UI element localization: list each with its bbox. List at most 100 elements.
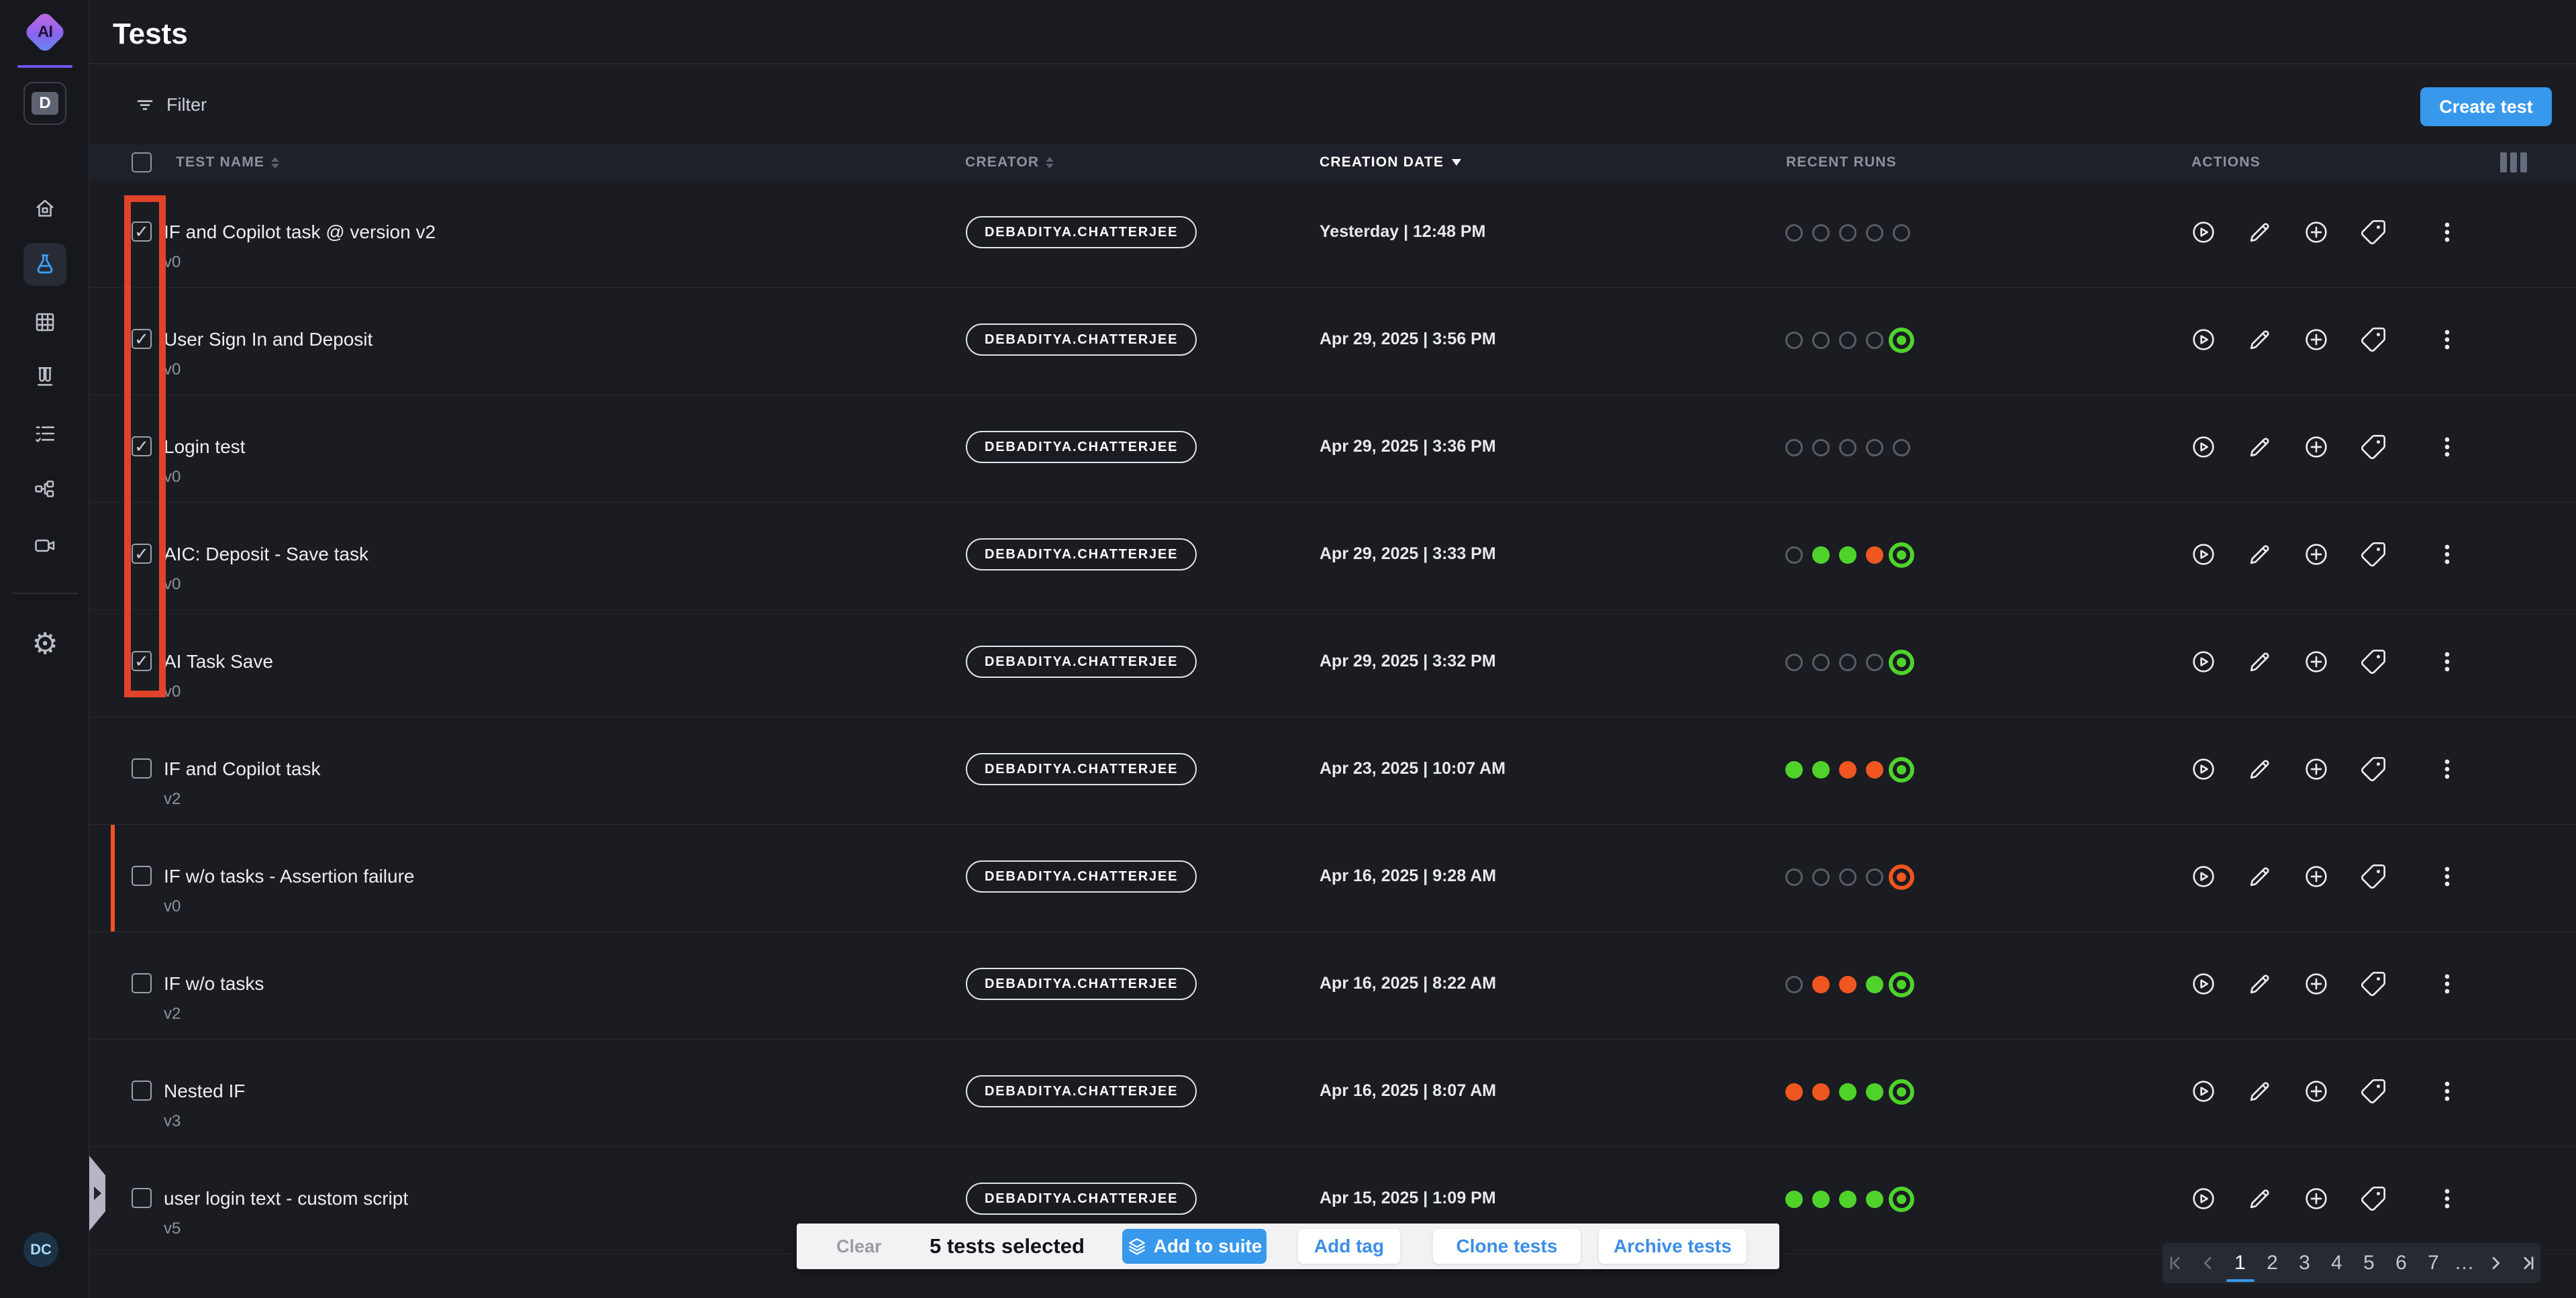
edit-test-button[interactable]	[2246, 326, 2273, 353]
row-checkbox[interactable]	[132, 1081, 152, 1101]
row-checkbox[interactable]	[132, 866, 152, 886]
add-to-suite-row-button[interactable]	[2303, 326, 2330, 353]
row-checkbox[interactable]: ✓	[132, 329, 152, 349]
select-all-checkbox[interactable]	[132, 152, 152, 172]
sidebar-item-checklist[interactable]	[23, 412, 66, 455]
clone-tests-button[interactable]: Clone tests	[1433, 1229, 1581, 1264]
sidebar-item-flow-tree[interactable]	[23, 468, 66, 511]
last-page-button[interactable]	[2516, 1243, 2539, 1283]
edit-test-button[interactable]	[2246, 863, 2273, 890]
run-test-button[interactable]	[2190, 541, 2217, 568]
row-menu-button[interactable]	[2434, 970, 2461, 997]
sidebar-item-tests[interactable]	[23, 243, 66, 286]
sidebar-item-test-tubes[interactable]	[23, 355, 66, 398]
add-to-suite-button[interactable]: Add to suite	[1122, 1229, 1267, 1264]
column-creation-date[interactable]: CREATION DATE	[1320, 144, 1461, 181]
add-to-suite-row-button[interactable]	[2303, 756, 2330, 783]
add-to-suite-row-button[interactable]	[2303, 219, 2330, 246]
test-name[interactable]: Login test	[164, 436, 245, 458]
tag-row-button[interactable]	[2360, 1185, 2387, 1212]
row-menu-button[interactable]	[2434, 648, 2461, 675]
archive-tests-button[interactable]: Archive tests	[1599, 1229, 1746, 1264]
row-menu-button[interactable]	[2434, 541, 2461, 568]
test-name[interactable]: AI Task Save	[164, 650, 273, 673]
run-test-button[interactable]	[2190, 648, 2217, 675]
add-to-suite-row-button[interactable]	[2303, 863, 2330, 890]
test-name[interactable]: AIC: Deposit - Save task	[164, 543, 368, 566]
run-test-button[interactable]	[2190, 434, 2217, 460]
edit-test-button[interactable]	[2246, 970, 2273, 997]
row-checkbox[interactable]	[132, 973, 152, 993]
row-checkbox[interactable]: ✓	[132, 221, 152, 242]
edit-test-button[interactable]	[2246, 219, 2273, 246]
test-name[interactable]: IF and Copilot task	[164, 758, 320, 781]
run-test-button[interactable]	[2190, 756, 2217, 783]
tag-row-button[interactable]	[2360, 863, 2387, 890]
column-settings-icon[interactable]	[2500, 152, 2527, 172]
column-test-name[interactable]: TEST NAME	[176, 144, 279, 181]
row-menu-button[interactable]	[2434, 756, 2461, 783]
sidebar-item-settings[interactable]: ⚙	[23, 623, 66, 666]
run-test-button[interactable]	[2190, 970, 2217, 997]
filter-button[interactable]: Filter	[134, 94, 207, 115]
tag-row-button[interactable]	[2360, 970, 2387, 997]
tag-row-button[interactable]	[2360, 326, 2387, 353]
add-to-suite-row-button[interactable]	[2303, 1185, 2330, 1212]
run-test-button[interactable]	[2190, 863, 2217, 890]
edit-test-button[interactable]	[2246, 756, 2273, 783]
row-checkbox[interactable]: ✓	[132, 436, 152, 456]
add-tag-button[interactable]: Add tag	[1298, 1229, 1400, 1264]
row-menu-button[interactable]	[2434, 326, 2461, 353]
run-test-button[interactable]	[2190, 326, 2217, 353]
run-test-button[interactable]	[2190, 1078, 2217, 1105]
row-checkbox[interactable]	[132, 1188, 152, 1208]
test-name[interactable]: IF w/o tasks - Assertion failure	[164, 865, 414, 888]
add-to-suite-row-button[interactable]	[2303, 648, 2330, 675]
tag-row-button[interactable]	[2360, 434, 2387, 460]
page-button-6[interactable]: 6	[2390, 1243, 2413, 1283]
tag-row-button[interactable]	[2360, 219, 2387, 246]
next-page-button[interactable]	[2484, 1243, 2507, 1283]
add-to-suite-row-button[interactable]	[2303, 970, 2330, 997]
tag-row-button[interactable]	[2360, 756, 2387, 783]
tag-row-button[interactable]	[2360, 541, 2387, 568]
page-button-1[interactable]: 1	[2229, 1243, 2252, 1283]
row-menu-button[interactable]	[2434, 434, 2461, 460]
test-name[interactable]: User Sign In and Deposit	[164, 328, 373, 351]
edit-test-button[interactable]	[2246, 1185, 2273, 1212]
test-name[interactable]: Nested IF	[164, 1080, 245, 1103]
first-page-button[interactable]	[2165, 1243, 2187, 1283]
row-menu-button[interactable]	[2434, 1078, 2461, 1105]
column-creator[interactable]: CREATOR	[965, 144, 1054, 181]
add-to-suite-row-button[interactable]	[2303, 434, 2330, 460]
page-button-3[interactable]: 3	[2293, 1243, 2316, 1283]
test-name[interactable]: IF and Copilot task @ version v2	[164, 221, 436, 244]
sidebar-item-home[interactable]	[23, 187, 66, 230]
row-menu-button[interactable]	[2434, 219, 2461, 246]
page-button-7[interactable]: 7	[2422, 1243, 2445, 1283]
create-test-button[interactable]: Create test	[2420, 87, 2552, 126]
user-avatar[interactable]: DC	[23, 1232, 58, 1267]
row-checkbox[interactable]: ✓	[132, 544, 152, 564]
sidebar-item-data-grid[interactable]	[23, 301, 66, 344]
edit-test-button[interactable]	[2246, 541, 2273, 568]
edit-test-button[interactable]	[2246, 648, 2273, 675]
add-to-suite-row-button[interactable]	[2303, 1078, 2330, 1105]
page-button-2[interactable]: 2	[2261, 1243, 2284, 1283]
app-logo[interactable]: AI	[23, 11, 66, 54]
prev-page-button[interactable]	[2197, 1243, 2220, 1283]
run-test-button[interactable]	[2190, 1185, 2217, 1212]
test-name[interactable]: user login text - custom script	[164, 1187, 408, 1210]
add-to-suite-row-button[interactable]	[2303, 541, 2330, 568]
edit-test-button[interactable]	[2246, 434, 2273, 460]
tag-row-button[interactable]	[2360, 1078, 2387, 1105]
page-button-5[interactable]: 5	[2358, 1243, 2381, 1283]
run-test-button[interactable]	[2190, 219, 2217, 246]
sidebar-item-recordings[interactable]	[23, 524, 66, 567]
page-button-4[interactable]: 4	[2326, 1243, 2348, 1283]
workspace-switcher[interactable]: D	[23, 82, 66, 125]
clear-selection-button[interactable]: Clear	[836, 1224, 882, 1269]
row-checkbox[interactable]	[132, 758, 152, 779]
row-menu-button[interactable]	[2434, 1185, 2461, 1212]
edit-test-button[interactable]	[2246, 1078, 2273, 1105]
